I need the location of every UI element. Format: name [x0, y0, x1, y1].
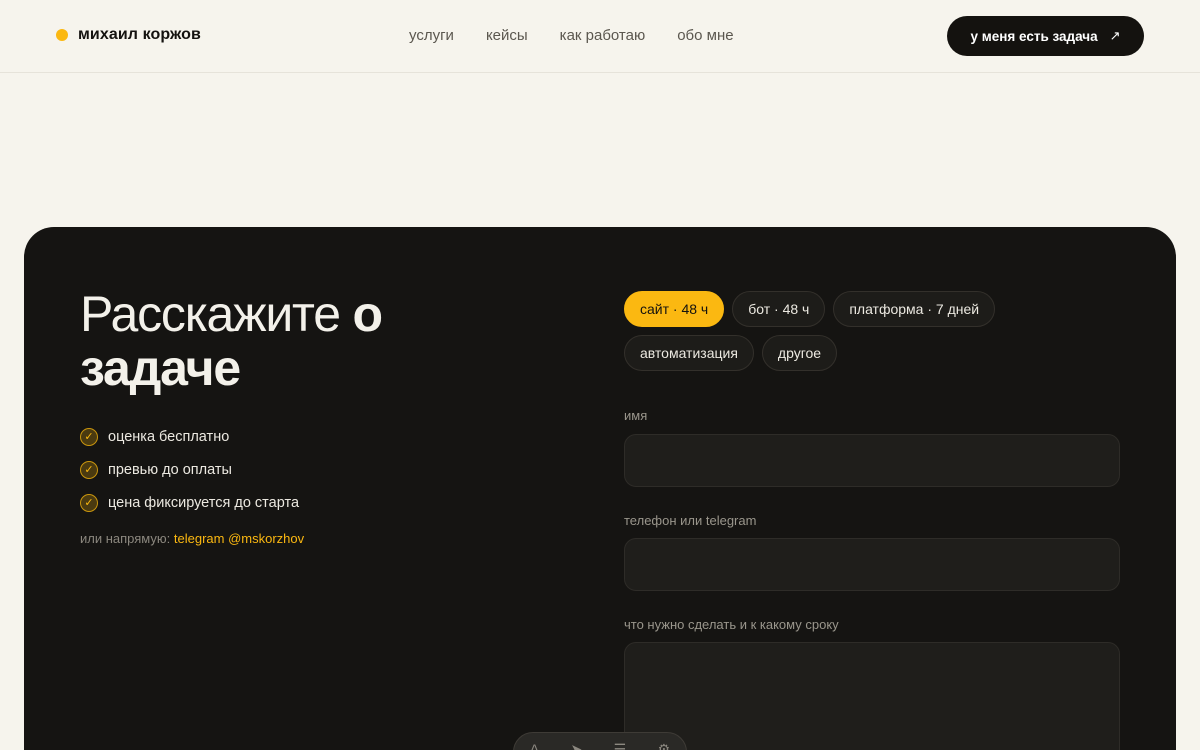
nav-item-how-i-work[interactable]: как работаю	[560, 27, 646, 44]
task-type-chips: сайт · 48 ч бот · 48 ч платформа · 7 дне…	[624, 291, 1124, 379]
name-field[interactable]	[624, 434, 1120, 487]
benefit-item: ✓ цена фиксируется до старта	[80, 486, 299, 519]
logo[interactable]: михаил коржов	[56, 26, 201, 44]
contact-field[interactable]	[624, 538, 1120, 591]
have-task-button[interactable]: у меня есть задача ↗	[947, 16, 1144, 56]
arrow-up-right-icon: ↗	[1109, 28, 1121, 43]
title-bold-2: задаче	[80, 340, 241, 396]
benefits-list: ✓ оценка бесплатно ✓ превью до оплаты ✓ …	[80, 420, 299, 519]
direct-prefix: или напрямую:	[80, 531, 171, 546]
title-light: Расскажите	[80, 286, 341, 342]
benefit-text: цена фиксируется до старта	[108, 494, 300, 511]
benefit-item: ✓ превью до оплаты	[80, 453, 299, 486]
chip-bot[interactable]: бот · 48 ч	[732, 291, 826, 327]
contact-form-panel: Расскажите о задаче ✓ оценка бесплатно ✓…	[24, 227, 1176, 750]
logo-text: михаил коржов	[78, 26, 201, 43]
logo-dot	[56, 29, 68, 41]
chip-site[interactable]: сайт · 48 ч	[624, 291, 725, 327]
task-label: что нужно сделать и к какому сроку	[624, 617, 839, 632]
telegram-link[interactable]: telegram @mskorzhov	[174, 531, 304, 546]
direct-contact: или напрямую: telegram @mskorzhov	[80, 531, 304, 546]
have-task-label: у меня есть задача	[970, 28, 1098, 44]
benefit-item: ✓ оценка бесплатно	[80, 420, 299, 453]
benefit-text: оценка бесплатно	[108, 428, 230, 445]
text-icon[interactable]: A	[530, 741, 539, 750]
settings-icon[interactable]: ⚙	[658, 741, 671, 750]
check-icon: ✓	[80, 460, 98, 479]
chip-automation[interactable]: автоматизация	[624, 335, 754, 371]
site-header: михаил коржов услуги кейсы как работаю о…	[0, 0, 1200, 73]
nav-item-services[interactable]: услуги	[409, 27, 454, 44]
pointer-icon[interactable]: ➤	[571, 741, 583, 750]
comment-icon[interactable]: ☰	[614, 741, 627, 750]
floating-toolbar: A ➤ ☰ ⚙	[513, 732, 687, 750]
nav-item-cases[interactable]: кейсы	[486, 27, 528, 44]
main-nav: услуги кейсы как работаю обо мне	[409, 27, 766, 44]
check-icon: ✓	[80, 493, 98, 512]
form-title: Расскажите о задаче	[80, 287, 500, 395]
name-label: имя	[624, 408, 648, 423]
check-icon: ✓	[80, 427, 98, 446]
chip-platform[interactable]: платформа · 7 дней	[833, 291, 996, 327]
contact-label: телефон или telegram	[624, 513, 757, 528]
chip-other[interactable]: другое	[761, 335, 838, 371]
title-bold-1: о	[352, 286, 384, 342]
nav-item-about[interactable]: обо мне	[677, 27, 733, 44]
benefit-text: превью до оплаты	[108, 461, 232, 478]
task-field[interactable]	[624, 642, 1120, 750]
